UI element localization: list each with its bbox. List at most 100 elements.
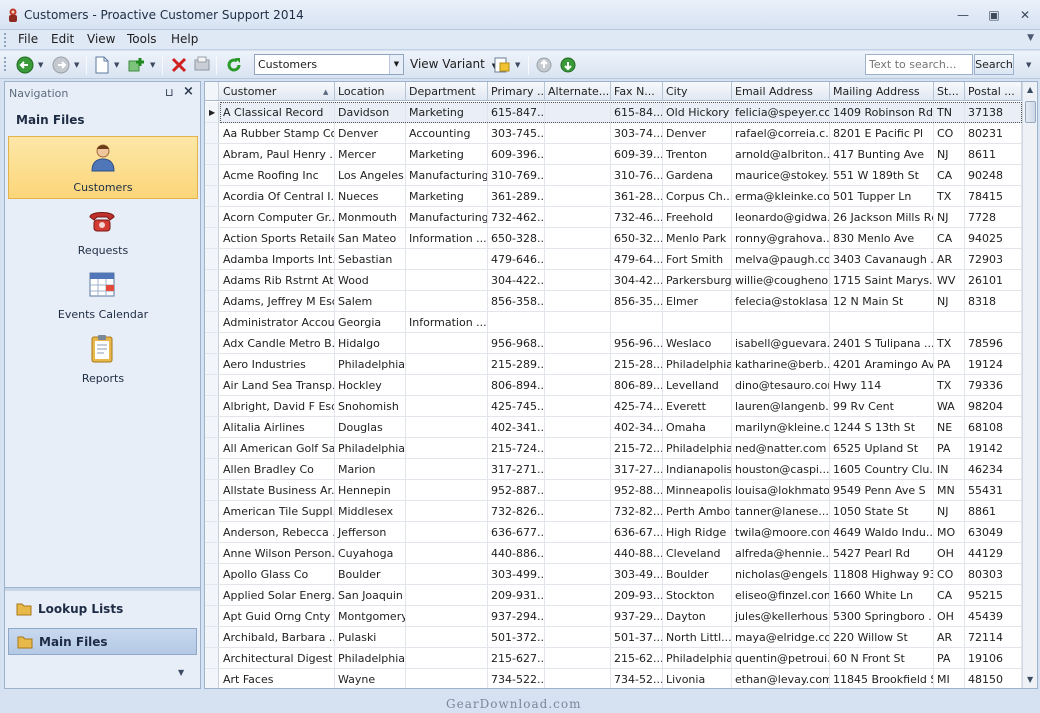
cell-email-address[interactable]: arnold@albriton.... <box>732 144 830 165</box>
row-indicator[interactable] <box>205 564 219 584</box>
cell-mailing-address[interactable]: 830 Menlo Ave <box>830 228 934 249</box>
cell-mailing-address[interactable]: 12 N Main St <box>830 291 934 312</box>
table-row[interactable]: Adams Rib Rstrnt At... Wood 304-422... 304-… <box>205 270 1037 291</box>
back-dropdown-icon[interactable]: ▼ <box>38 61 43 69</box>
cell-customer[interactable]: Anne Wilson Person... <box>220 543 335 564</box>
nav-item-requests[interactable]: Requests <box>8 200 198 263</box>
table-row[interactable]: Archibald, Barbara ... Pulaski 501-372... 5… <box>205 627 1037 648</box>
table-row[interactable]: ▶ A Classical Record Davidson Marketing 615-… <box>205 102 1037 123</box>
cell-mailing-address[interactable]: 551 W 189th St <box>830 165 934 186</box>
cell-state[interactable]: CO <box>934 123 965 144</box>
cell-email-address[interactable]: erma@kleinke.com <box>732 186 830 207</box>
cell-state[interactable]: NE <box>934 417 965 438</box>
cell-location[interactable]: Georgia <box>335 312 406 333</box>
table-row[interactable]: Apollo Glass Co Boulder 303-499... 303-49..… <box>205 564 1037 585</box>
cell-location[interactable]: Los Angeles <box>335 165 406 186</box>
cell-mailing-address[interactable]: 1050 State St <box>830 501 934 522</box>
cell-primary-phone[interactable]: 952-887... <box>488 480 545 501</box>
cell-primary-phone[interactable]: 956-968... <box>488 333 545 354</box>
cell-state[interactable]: AR <box>934 249 965 270</box>
cell-department[interactable] <box>406 249 488 270</box>
cell-alternate-phone[interactable] <box>545 606 611 627</box>
cell-customer[interactable]: Allen Bradley Co <box>220 459 335 480</box>
cell-customer[interactable]: Applied Solar Energ... <box>220 585 335 606</box>
cell-email-address[interactable]: nicholas@engels.... <box>732 564 830 585</box>
cell-mailing-address[interactable]: 1244 S 13th St <box>830 417 934 438</box>
cell-alternate-phone[interactable] <box>545 543 611 564</box>
cell-primary-phone[interactable]: 734-522... <box>488 669 545 688</box>
export-icon[interactable] <box>493 55 511 75</box>
add-dropdown-icon[interactable]: ▼ <box>150 61 155 69</box>
cell-city[interactable]: North Littl... <box>663 627 732 648</box>
cell-department[interactable] <box>406 270 488 291</box>
table-row[interactable]: Acorn Computer Gr... Monmouth Manufacturin… <box>205 207 1037 228</box>
cell-state[interactable]: CA <box>934 585 965 606</box>
row-indicator[interactable] <box>205 165 219 185</box>
pin-icon[interactable]: ⊔ <box>165 86 174 99</box>
cell-postal-code[interactable]: 48150 <box>965 669 1022 688</box>
nav-configure-icon[interactable]: ▼ <box>178 668 184 677</box>
cell-fax-number[interactable]: 479-64... <box>611 249 663 270</box>
cell-department[interactable]: Accounting <box>406 123 488 144</box>
cell-customer[interactable]: Apollo Glass Co <box>220 564 335 585</box>
cell-primary-phone[interactable]: 609-396... <box>488 144 545 165</box>
row-indicator[interactable] <box>205 627 219 647</box>
scroll-down-icon[interactable]: ▼ <box>1027 675 1033 684</box>
cell-department[interactable] <box>406 669 488 688</box>
minimize-button[interactable]: — <box>952 6 974 24</box>
maximize-button[interactable]: ▣ <box>983 6 1005 24</box>
cell-fax-number[interactable]: 304-42... <box>611 270 663 291</box>
cell-fax-number[interactable]: 425-74... <box>611 396 663 417</box>
cell-postal-code[interactable] <box>965 312 1022 333</box>
cell-department[interactable] <box>406 585 488 606</box>
cell-primary-phone[interactable]: 303-745... <box>488 123 545 144</box>
table-row[interactable]: All American Golf Sa... Philadelphia 215-7… <box>205 438 1037 459</box>
cell-city[interactable]: Minneapolis <box>663 480 732 501</box>
cell-email-address[interactable]: twila@moore.com <box>732 522 830 543</box>
cell-alternate-phone[interactable] <box>545 144 611 165</box>
cell-email-address[interactable]: jules@kellerhous.... <box>732 606 830 627</box>
menu-edit[interactable]: Edit <box>48 32 77 46</box>
forward-dropdown-icon[interactable]: ▼ <box>74 61 79 69</box>
cell-fax-number[interactable]: 317-27... <box>611 459 663 480</box>
cell-customer[interactable]: Art Faces <box>220 669 335 688</box>
cell-customer[interactable]: American Tile Suppl... <box>220 501 335 522</box>
new-document-icon[interactable] <box>93 55 111 75</box>
cell-primary-phone[interactable]: 732-462... <box>488 207 545 228</box>
export-dropdown-icon[interactable]: ▼ <box>515 61 520 69</box>
cell-city[interactable]: Levelland <box>663 375 732 396</box>
cell-fax-number[interactable]: 609-39... <box>611 144 663 165</box>
cell-city[interactable]: Indianapolis <box>663 459 732 480</box>
menu-tools[interactable]: Tools <box>124 32 160 46</box>
row-indicator[interactable] <box>205 270 219 290</box>
cell-mailing-address[interactable]: 5427 Pearl Rd <box>830 543 934 564</box>
cell-postal-code[interactable]: 78415 <box>965 186 1022 207</box>
cell-city[interactable]: Cleveland <box>663 543 732 564</box>
menu-view[interactable]: View <box>84 32 118 46</box>
table-row[interactable]: Art Faces Wayne 734-522... 734-52... Livonia… <box>205 669 1037 688</box>
cell-customer[interactable]: Aa Rubber Stamp Co <box>220 123 335 144</box>
cell-city[interactable]: Philadelphia <box>663 438 732 459</box>
cell-city[interactable]: Livonia <box>663 669 732 688</box>
cell-customer[interactable]: Albright, David F Esq <box>220 396 335 417</box>
cell-postal-code[interactable]: 80231 <box>965 123 1022 144</box>
cell-alternate-phone[interactable] <box>545 270 611 291</box>
new-dropdown-icon[interactable]: ▼ <box>114 61 119 69</box>
cell-customer[interactable]: Adamba Imports Int... <box>220 249 335 270</box>
table-row[interactable]: Anne Wilson Person... Cuyahoga 440-886... 4… <box>205 543 1037 564</box>
cell-postal-code[interactable]: 8861 <box>965 501 1022 522</box>
cell-postal-code[interactable]: 8318 <box>965 291 1022 312</box>
cell-mailing-address[interactable]: 11845 Brookfield St <box>830 669 934 688</box>
cell-mailing-address[interactable]: 99 Rv Cent <box>830 396 934 417</box>
table-row[interactable]: Apt Guid Orng Cnty ... Montgomery 937-294.… <box>205 606 1037 627</box>
cell-customer[interactable]: A Classical Record <box>220 102 335 123</box>
print-icon[interactable] <box>193 55 211 75</box>
cell-fax-number[interactable]: 440-88... <box>611 543 663 564</box>
cell-customer[interactable]: Acorn Computer Gr... <box>220 207 335 228</box>
row-indicator[interactable] <box>205 144 219 164</box>
cell-primary-phone[interactable] <box>488 312 545 333</box>
cell-mailing-address[interactable]: 1715 Saint Marys... <box>830 270 934 291</box>
cell-mailing-address[interactable]: 417 Bunting Ave <box>830 144 934 165</box>
cell-department[interactable] <box>406 291 488 312</box>
cell-state[interactable]: NJ <box>934 291 965 312</box>
